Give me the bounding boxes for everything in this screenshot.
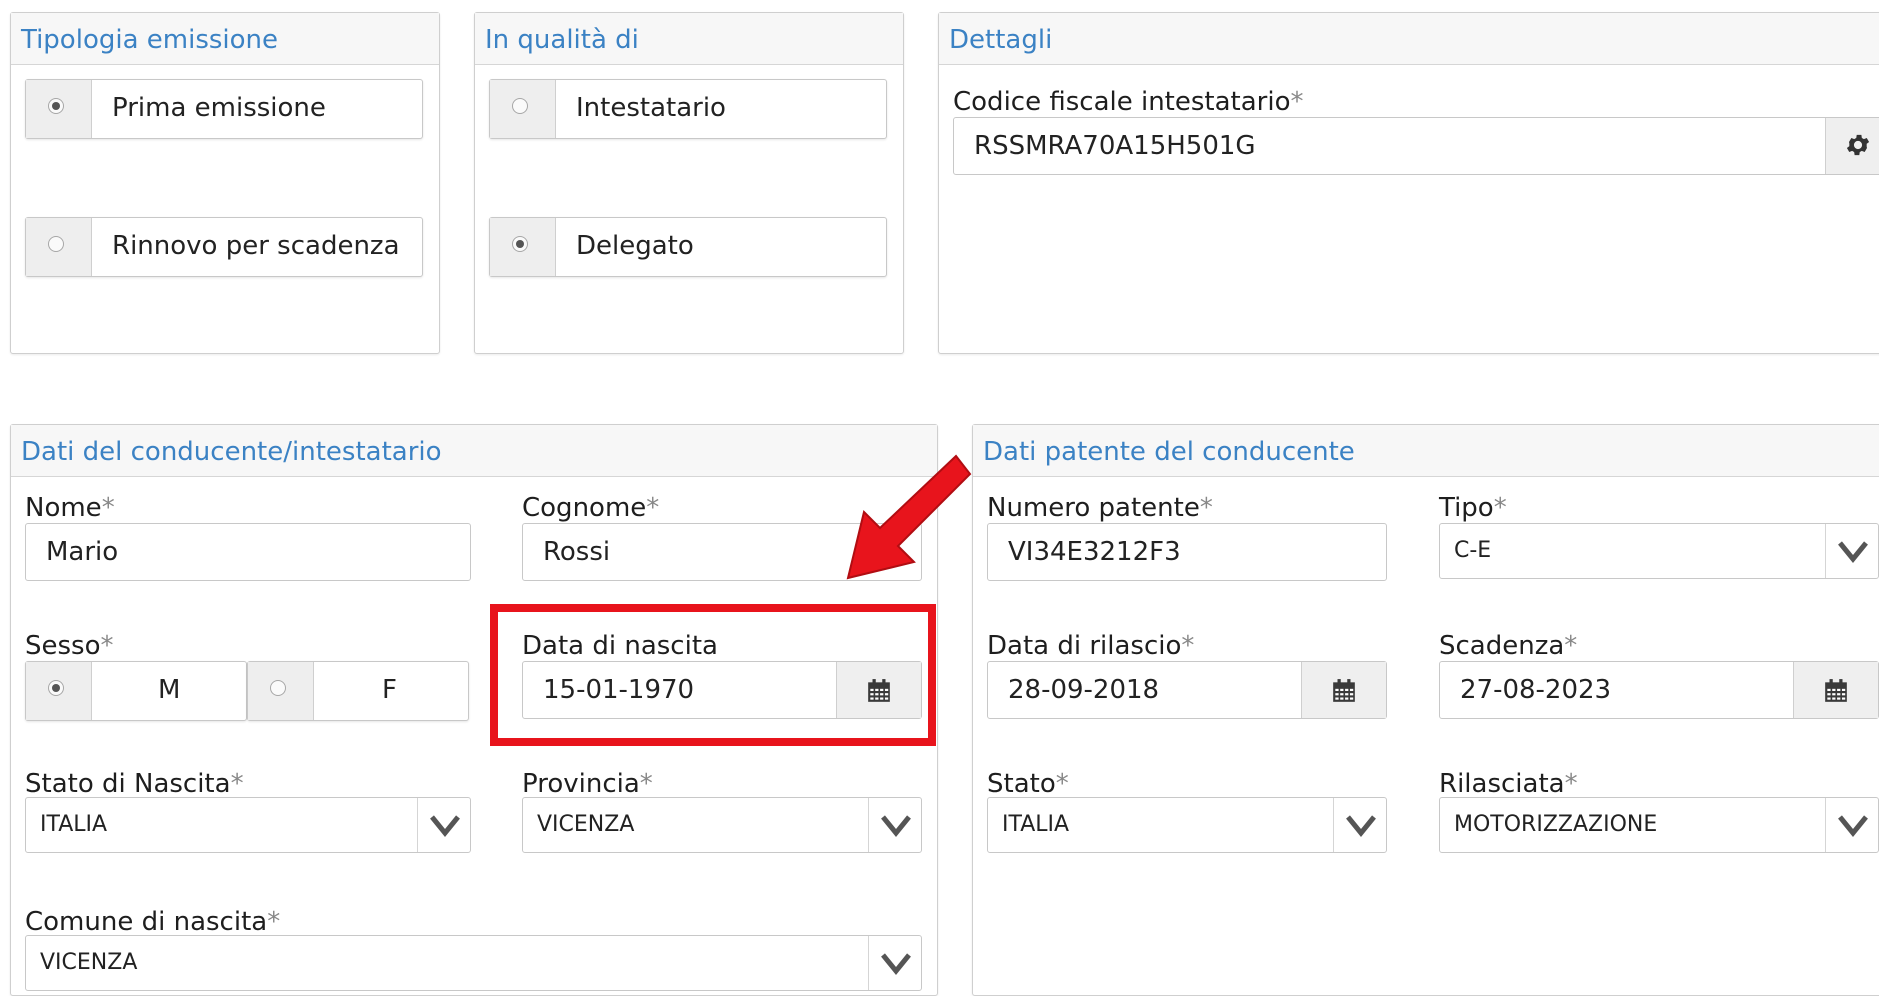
dropdown-toggle[interactable] <box>417 798 470 852</box>
stato-nascita-select[interactable]: ITALIA <box>25 797 471 853</box>
dropdown-toggle[interactable] <box>868 936 921 990</box>
radio-sesso-f[interactable]: F <box>247 661 469 721</box>
panel-title: Dati patente del conducente <box>983 437 1355 467</box>
numero-patente-value: VI34E3212F3 <box>1008 537 1181 567</box>
provincia-select[interactable]: VICENZA <box>522 797 922 853</box>
provincia-label: Provincia* <box>522 769 653 799</box>
select-value: VICENZA <box>537 812 635 837</box>
settings-button[interactable] <box>1825 118 1879 174</box>
qualita-panel: In qualità di Intestatario Delegato <box>474 12 904 354</box>
stato-nascita-label: Stato di Nascita* <box>25 769 244 799</box>
radio-cell <box>26 218 92 276</box>
chevron-down-icon <box>1346 815 1376 837</box>
numero-patente-label: Numero patente* <box>987 493 1213 523</box>
codice-fiscale-input[interactable]: RSSMRA70A15H501G <box>953 117 1879 175</box>
scadenza-input[interactable]: 27-08-2023 <box>1439 661 1879 719</box>
comune-nascita-select[interactable]: VICENZA <box>25 935 922 991</box>
gear-icon <box>1846 134 1870 156</box>
dropdown-toggle[interactable] <box>1333 798 1386 852</box>
select-value: VICENZA <box>40 950 138 975</box>
panel-header: Tipologia emissione <box>11 13 439 65</box>
radio-label: Intestatario <box>576 93 726 123</box>
calendar-button[interactable] <box>1793 662 1878 718</box>
radio-cell <box>490 218 556 276</box>
radio-dot-selected[interactable] <box>48 680 64 696</box>
numero-patente-input[interactable]: VI34E3212F3 <box>987 523 1387 581</box>
select-value: MOTORIZZAZIONE <box>1454 812 1658 837</box>
radio-dot-selected[interactable] <box>512 236 528 252</box>
cognome-label: Cognome* <box>522 493 660 523</box>
codice-fiscale-value: RSSMRA70A15H501G <box>974 131 1256 161</box>
tipo-select[interactable]: C-E <box>1439 523 1879 579</box>
panel-header: Dati del conducente/intestatario <box>11 425 937 477</box>
tipo-label: Tipo* <box>1439 493 1507 523</box>
dettagli-panel: Dettagli Codice fiscale intestatario* RS… <box>938 12 1879 354</box>
panel-title: Dettagli <box>949 25 1053 55</box>
radio-cell <box>26 80 92 138</box>
scadenza-value: 27-08-2023 <box>1460 675 1612 705</box>
chevron-down-icon <box>881 953 911 975</box>
radio-cell <box>490 80 556 138</box>
tipologia-emissione-panel: Tipologia emissione Prima emissione Rinn… <box>10 12 440 354</box>
panel-header: In qualità di <box>475 13 903 65</box>
radio-rinnovo-scadenza[interactable]: Rinnovo per scadenza <box>25 217 423 277</box>
panel-title: Dati del conducente/intestatario <box>21 437 442 467</box>
radio-sesso-m[interactable]: M <box>25 661 247 721</box>
select-value: ITALIA <box>40 812 108 837</box>
calendar-icon <box>1333 679 1355 702</box>
patente-panel: Dati patente del conducente Numero paten… <box>972 424 1879 996</box>
panel-title: In qualità di <box>485 25 639 55</box>
pointer-arrow-icon <box>846 454 972 580</box>
rilasciata-select[interactable]: MOTORIZZAZIONE <box>1439 797 1879 853</box>
panel-header: Dettagli <box>939 13 1879 65</box>
radio-dot-selected[interactable] <box>48 98 64 114</box>
nome-input[interactable]: Mario <box>25 523 471 581</box>
stato-label: Stato* <box>987 769 1069 799</box>
radio-label: Prima emissione <box>112 93 326 123</box>
data-rilascio-label: Data di rilascio* <box>987 631 1195 661</box>
panel-header: Dati patente del conducente <box>973 425 1879 477</box>
data-rilascio-input[interactable]: 28-09-2018 <box>987 661 1387 719</box>
radio-delegato[interactable]: Delegato <box>489 217 887 277</box>
dropdown-toggle[interactable] <box>1825 524 1878 578</box>
chevron-down-icon <box>1838 541 1868 563</box>
select-value: C-E <box>1454 538 1492 563</box>
chevron-down-icon <box>881 815 911 837</box>
radio-cell <box>26 662 92 720</box>
stato-select[interactable]: ITALIA <box>987 797 1387 853</box>
radio-dot[interactable] <box>48 236 64 252</box>
radio-dot[interactable] <box>512 98 528 114</box>
dropdown-toggle[interactable] <box>868 798 921 852</box>
dropdown-toggle[interactable] <box>1825 798 1878 852</box>
radio-prima-emissione[interactable]: Prima emissione <box>25 79 423 139</box>
nome-value: Mario <box>46 537 119 567</box>
radio-label: Delegato <box>576 231 694 261</box>
radio-label: M <box>158 675 181 705</box>
chevron-down-icon <box>1838 815 1868 837</box>
radio-label: F <box>382 675 397 705</box>
select-value: ITALIA <box>1002 812 1070 837</box>
codice-fiscale-label: Codice fiscale intestatario* <box>953 87 1304 117</box>
highlight-box <box>490 604 936 746</box>
panel-title: Tipologia emissione <box>21 25 279 55</box>
radio-cell <box>248 662 314 720</box>
cognome-value: Rossi <box>543 537 611 567</box>
nome-label: Nome* <box>25 493 115 523</box>
chevron-down-icon <box>430 815 460 837</box>
scadenza-label: Scadenza* <box>1439 631 1578 661</box>
sesso-label: Sesso* <box>25 631 114 661</box>
data-rilascio-value: 28-09-2018 <box>1008 675 1160 705</box>
calendar-button[interactable] <box>1301 662 1386 718</box>
radio-label: Rinnovo per scadenza <box>112 231 400 261</box>
comune-nascita-label: Comune di nascita* <box>25 907 281 937</box>
rilasciata-label: Rilasciata* <box>1439 769 1578 799</box>
radio-dot[interactable] <box>270 680 286 696</box>
calendar-icon <box>1825 679 1847 702</box>
radio-intestatario[interactable]: Intestatario <box>489 79 887 139</box>
